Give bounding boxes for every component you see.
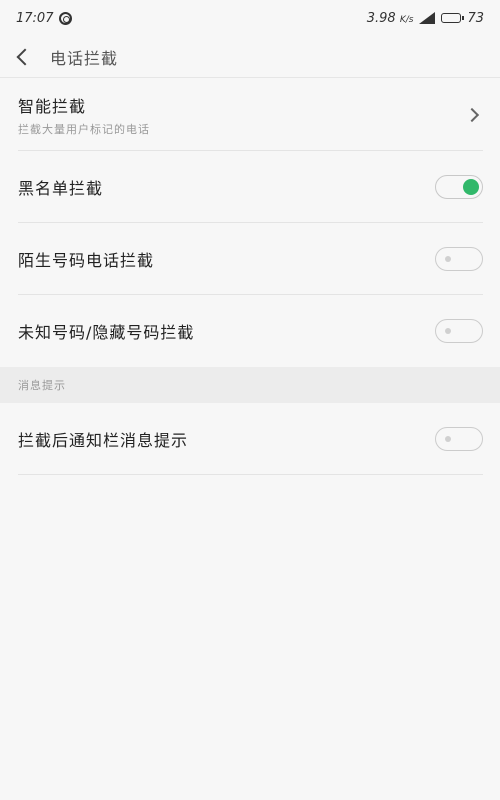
- blacklist-block-item: 黑名单拦截: [18, 151, 483, 223]
- battery-icon: [441, 13, 465, 23]
- signal-icon: [419, 12, 436, 24]
- back-chevron-icon: [16, 48, 34, 65]
- status-right: 3.98 K/s 73: [367, 11, 484, 26]
- blacklist-block-title: 黑名单拦截: [18, 178, 104, 198]
- smart-block-text: 智能拦截 拦截大量用户标记的电话: [18, 93, 150, 137]
- unknown-block-item: 未知号码/隐藏号码拦截: [18, 295, 483, 367]
- smart-block-subtitle: 拦截大量用户标记的电话: [18, 122, 150, 136]
- battery-level: 73: [467, 10, 484, 26]
- status-left: 17:07: [16, 10, 73, 26]
- smart-block-item[interactable]: 智能拦截 拦截大量用户标记的电话: [18, 79, 483, 151]
- chevron-right-icon: [464, 107, 480, 122]
- netease-music-icon: [59, 11, 73, 25]
- app-header: 电话拦截: [0, 36, 500, 78]
- stranger-block-toggle[interactable]: [435, 246, 483, 271]
- back-button[interactable]: [0, 36, 46, 78]
- network-speed-unit: K/s: [399, 14, 414, 25]
- blacklist-block-toggle[interactable]: [435, 174, 483, 199]
- notify-item: 拦截后通知栏消息提示: [18, 403, 483, 475]
- network-speed: 3.98 K/s: [367, 11, 414, 26]
- smart-block-title: 智能拦截: [18, 96, 87, 116]
- notify-toggle[interactable]: [435, 426, 483, 451]
- status-time: 17:07: [16, 10, 54, 26]
- unknown-block-toggle[interactable]: [435, 319, 483, 343]
- stranger-block-title: 陌生号码电话拦截: [18, 250, 155, 270]
- status-bar: 17:07 3.98 K/s 73: [0, 0, 500, 36]
- page-title: 电话拦截: [50, 48, 119, 68]
- section-header: 消息提示: [0, 367, 500, 403]
- notify-title: 拦截后通知栏消息提示: [18, 430, 189, 450]
- stranger-block-item: 陌生号码电话拦截: [18, 223, 483, 295]
- network-speed-value: 3.98: [366, 10, 396, 26]
- settings-list: 智能拦截 拦截大量用户标记的电话 黑名单拦截 陌生号码电话拦截 未知号码/隐藏号…: [0, 79, 500, 475]
- unknown-block-title: 未知号码/隐藏号码拦截: [18, 323, 195, 342]
